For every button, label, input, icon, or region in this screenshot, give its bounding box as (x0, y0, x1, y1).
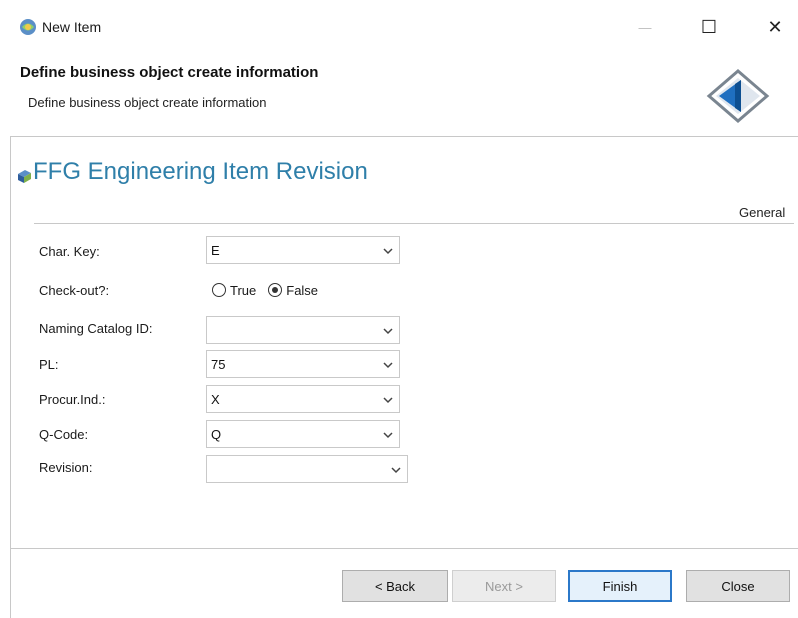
char-key-value: E (211, 243, 220, 258)
minimize-icon: — (638, 19, 652, 35)
pl-label: PL: (39, 357, 59, 372)
procur-ind-select[interactable]: X (206, 385, 400, 413)
form-title: FFG Engineering Item Revision (33, 158, 368, 185)
wizard-banner-icon (706, 69, 770, 123)
naming-catalog-id-select[interactable] (206, 316, 400, 344)
char-key-select[interactable]: E (206, 236, 400, 264)
dropdown-arrow-icon (383, 397, 393, 404)
tab-general[interactable]: General (739, 205, 785, 220)
close-window-button[interactable]: ✕ (752, 10, 798, 44)
title-bar: New Item — ☐ ✕ (0, 0, 798, 54)
check-out-true-radio[interactable] (212, 283, 226, 297)
back-button[interactable]: < Back (342, 570, 448, 602)
q-code-select[interactable]: Q (206, 420, 400, 448)
procur-ind-value: X (211, 392, 220, 407)
maximize-icon: ☐ (700, 16, 718, 37)
app-icon (20, 19, 36, 35)
business-object-icon (18, 170, 31, 183)
header-title: Define business object create informatio… (20, 64, 319, 81)
minimize-button[interactable]: — (622, 10, 668, 44)
q-code-label: Q-Code: (39, 427, 89, 442)
pl-value: 75 (211, 357, 226, 372)
revision-label: Revision: (39, 460, 93, 475)
dropdown-arrow-icon (391, 467, 401, 474)
tab-divider (34, 223, 794, 224)
check-out-radio-group: True False (212, 280, 330, 300)
wizard-header: Define business object create informatio… (10, 54, 798, 137)
dropdown-arrow-icon (383, 362, 393, 369)
revision-select[interactable] (206, 455, 408, 483)
dropdown-arrow-icon (383, 328, 393, 335)
window-title: New Item (42, 19, 102, 35)
dropdown-arrow-icon (383, 248, 393, 255)
left-border (10, 136, 11, 618)
check-out-false-label[interactable]: False (286, 283, 318, 298)
check-out-false-radio[interactable] (268, 283, 283, 297)
finish-button[interactable]: Finish (568, 570, 672, 602)
char-key-label: Char. Key: (39, 244, 100, 259)
check-out-true-label[interactable]: True (230, 283, 256, 298)
button-bar-divider (10, 548, 798, 549)
naming-catalog-id-label: Naming Catalog ID: (39, 321, 153, 336)
close-button[interactable]: Close (686, 570, 790, 602)
header-subtitle: Define business object create informatio… (28, 95, 267, 110)
check-out-label: Check-out?: (39, 283, 110, 298)
q-code-value: Q (211, 427, 222, 442)
pl-select[interactable]: 75 (206, 350, 400, 378)
close-icon: ✕ (767, 16, 783, 37)
dropdown-arrow-icon (383, 432, 393, 439)
maximize-button[interactable]: ☐ (686, 10, 732, 44)
procur-ind-label: Procur.Ind.: (39, 392, 106, 407)
next-button[interactable]: Next > (452, 570, 556, 602)
